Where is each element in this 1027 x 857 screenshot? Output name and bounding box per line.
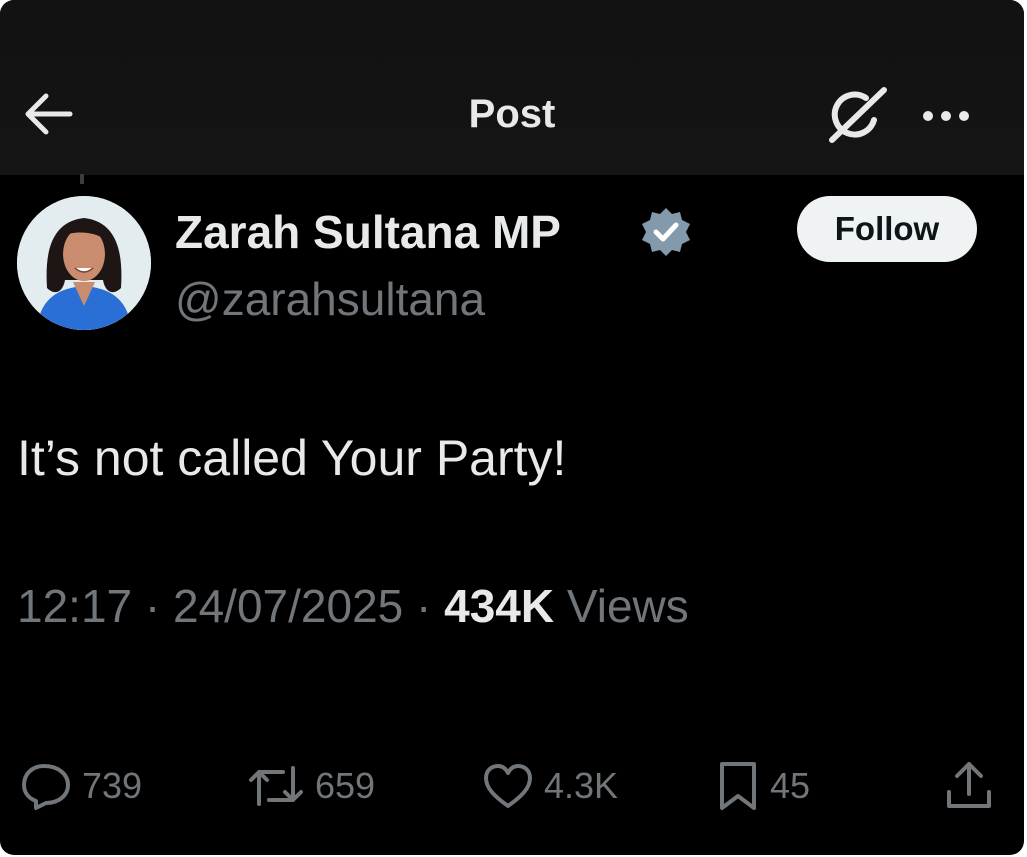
grok-button[interactable] (826, 86, 888, 144)
more-options-button[interactable] (914, 92, 978, 140)
share-button[interactable] (942, 756, 996, 816)
reply-count: 739 (82, 765, 143, 806)
grok-icon (829, 87, 887, 143)
views-label: Views (566, 580, 689, 632)
post-date[interactable]: 24/07/2025 (173, 580, 403, 632)
post-screen: Post Zarah Sultana MP @zarahsultana Foll… (0, 0, 1024, 855)
repost-count: 659 (315, 765, 376, 806)
repost-button[interactable]: 659 (245, 756, 375, 816)
post-metadata: 12:17 · 24/07/2025 · 434K Views (17, 576, 689, 636)
separator-dot: · (144, 580, 174, 632)
avatar[interactable] (17, 196, 151, 330)
reply-button[interactable]: 739 (18, 756, 142, 816)
author-handle[interactable]: @zarahsultana (175, 272, 485, 326)
avatar-image (17, 196, 151, 330)
views-count: 434K (444, 580, 555, 632)
repost-icon (249, 766, 303, 806)
bookmark-button[interactable]: 45 (714, 756, 810, 816)
post-text: It’s not called Your Party! (17, 430, 567, 486)
more-horizontal-icon (923, 111, 969, 121)
divider (80, 174, 84, 184)
top-navigation-bar: Post (0, 0, 1024, 175)
like-button[interactable]: 4.3K (480, 756, 618, 816)
bookmark-icon (720, 762, 756, 810)
follow-button[interactable]: Follow (797, 196, 977, 262)
post-time[interactable]: 12:17 (17, 580, 132, 632)
bookmark-count: 45 (770, 765, 811, 806)
author-name[interactable]: Zarah Sultana MP (175, 206, 561, 258)
share-icon (947, 762, 991, 808)
heart-icon (484, 764, 532, 808)
reply-icon (22, 764, 70, 810)
verified-badge-icon (639, 205, 693, 259)
separator-dot: · (416, 580, 445, 632)
like-count: 4.3K (544, 765, 619, 806)
